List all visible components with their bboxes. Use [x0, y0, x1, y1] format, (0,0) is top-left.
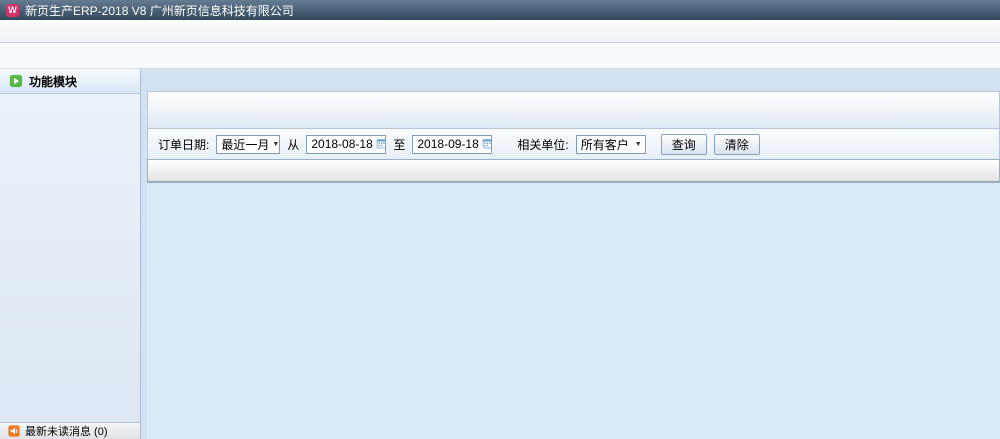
date-range-select[interactable]: 最近一月 ▼: [216, 135, 280, 154]
from-label: 从: [287, 136, 299, 153]
customer-select[interactable]: 所有客户 ▼: [576, 135, 646, 154]
filter-bar: 订单日期: 最近一月 ▼ 从 2018-08-18 ▼ 至 2018-09-18…: [147, 129, 1000, 159]
content-area: 订单日期: 最近一月 ▼ 从 2018-08-18 ▼ 至 2018-09-18…: [141, 69, 1000, 439]
table-header-row: [148, 160, 999, 182]
unread-messages-label: 最新未读消息 (0): [25, 423, 108, 439]
quick-toolbar: [0, 43, 1000, 69]
calendar-small-icon: [482, 138, 493, 149]
titlebar: W 新页生产ERP-2018 V8 广州新页信息科技有限公司: [0, 0, 1000, 20]
calendar-small-icon: [376, 138, 387, 149]
chevron-down-icon: ▼: [269, 141, 280, 148]
window-title: 新页生产ERP-2018 V8 广州新页信息科技有限公司: [25, 2, 294, 19]
sidebar-spacer: [0, 94, 140, 422]
sidebar-header-label: 功能模块: [29, 73, 77, 90]
date-from-input[interactable]: 2018-08-18 ▼: [306, 135, 386, 154]
order-date-label: 订单日期:: [158, 136, 209, 153]
sidebar-header: 功能模块: [0, 69, 140, 94]
date-to-input[interactable]: 2018-09-18 ▼: [412, 135, 492, 154]
speaker-icon: [8, 425, 20, 437]
related-unit-label: 相关单位:: [517, 136, 568, 153]
orders-table: [147, 159, 1000, 183]
main-area: 功能模块 最新未读消息 (0) 订单日期: 最近一月 ▼ 从 2018-08-1…: [0, 69, 1000, 439]
search-button[interactable]: 查询: [661, 134, 707, 155]
ribbon-toolbar: [147, 91, 1000, 129]
play-icon: [9, 74, 23, 88]
app-logo-icon: W: [6, 4, 19, 17]
sidebar: 功能模块 最新未读消息 (0): [0, 69, 141, 439]
clear-button[interactable]: 清除: [714, 134, 760, 155]
tab-bar: [147, 69, 1000, 91]
content-filler: [147, 183, 1000, 439]
to-label: 至: [393, 136, 405, 153]
chevron-down-icon: ▼: [632, 141, 645, 148]
sidebar-footer[interactable]: 最新未读消息 (0): [0, 422, 140, 439]
erp-window: W 新页生产ERP-2018 V8 广州新页信息科技有限公司 功能模块 最新未读…: [0, 0, 1000, 439]
menu-bar: [0, 20, 1000, 43]
